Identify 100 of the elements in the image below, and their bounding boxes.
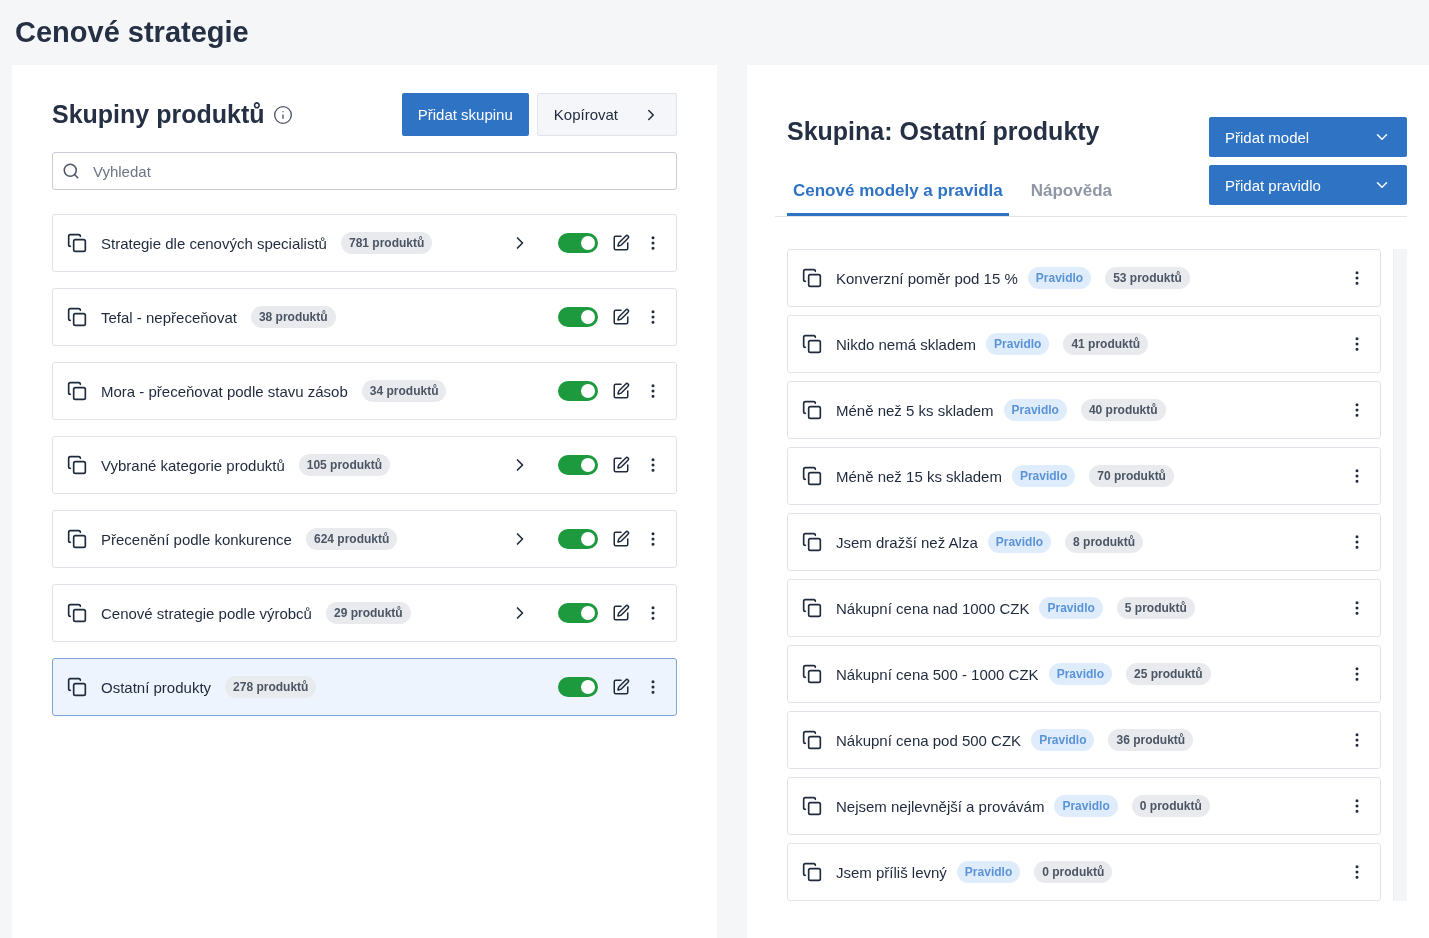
product-count: 8 produktů bbox=[1065, 531, 1144, 553]
toggle-switch[interactable] bbox=[558, 233, 598, 253]
rule-item[interactable]: Méně než 15 ks skladem Pravidlo 70 produktů bbox=[787, 447, 1381, 505]
rule-name: Konverzní poměr pod 15 % bbox=[836, 269, 1018, 287]
toggle-switch[interactable] bbox=[558, 529, 598, 549]
rule-item[interactable]: Nákupní cena pod 500 CZK Pravidlo 36 produktů bbox=[787, 711, 1381, 769]
edit-icon[interactable] bbox=[612, 308, 630, 326]
dropdown-button[interactable]: Přidat pravidlo bbox=[1209, 165, 1407, 205]
rule-item[interactable]: Nejsem nejlevnější a provávám Pravidlo 0 produktů bbox=[787, 777, 1381, 835]
tab[interactable]: Cenové modely a pravidla bbox=[787, 173, 1009, 216]
rule-name: Jsem dražší než Alza bbox=[836, 533, 978, 551]
edit-icon[interactable] bbox=[612, 530, 630, 548]
rule-tag: Pravidlo bbox=[986, 333, 1050, 355]
group-item[interactable]: Cenové strategie podle výrobců 29 produktů bbox=[52, 584, 677, 642]
rule-item[interactable]: Nákupní cena 500 - 1000 CZK Pravidlo 25 produktů bbox=[787, 645, 1381, 703]
copy-icon bbox=[67, 455, 87, 475]
copy-icon bbox=[802, 400, 822, 420]
group-item[interactable]: Mora - přeceňovat podle stavu zásob 34 produktů bbox=[52, 362, 677, 420]
rule-tag: Pravidlo bbox=[1031, 729, 1095, 751]
rule-tag: Pravidlo bbox=[1039, 597, 1103, 619]
product-count: 29 produktů bbox=[325, 602, 411, 624]
edit-icon[interactable] bbox=[612, 456, 630, 474]
group-item[interactable]: Strategie dle cenových specialistů 781 produktů bbox=[52, 214, 677, 272]
toggle-switch[interactable] bbox=[558, 381, 598, 401]
copy-icon bbox=[802, 334, 822, 354]
toggle-switch[interactable] bbox=[558, 677, 598, 697]
group-name: Tefal - nepřeceňovat bbox=[101, 308, 237, 326]
group-name: Mora - přeceňovat podle stavu zásob bbox=[101, 382, 348, 400]
copy-icon bbox=[802, 862, 822, 882]
search-field[interactable]: Vyhledat bbox=[52, 152, 677, 190]
rule-tag: Pravidlo bbox=[1054, 795, 1118, 817]
group-name: Cenové strategie podle výrobců bbox=[101, 604, 312, 622]
group-name: Strategie dle cenových specialistů bbox=[101, 234, 327, 252]
rule-name: Jsem příliš levný bbox=[836, 863, 947, 881]
edit-icon[interactable] bbox=[612, 678, 630, 696]
product-count: 105 produktů bbox=[298, 454, 391, 476]
product-count: 34 produktů bbox=[361, 380, 447, 402]
product-count: 41 produktů bbox=[1063, 333, 1149, 355]
rule-name: Méně než 15 ks skladem bbox=[836, 467, 1002, 485]
copy-icon bbox=[67, 677, 87, 697]
dropdown-button[interactable]: Přidat model bbox=[1209, 117, 1407, 157]
rule-item[interactable]: Nikdo nemá skladem Pravidlo 41 produktů bbox=[787, 315, 1381, 373]
group-name: Přecenění podle konkurence bbox=[101, 530, 292, 548]
product-count: 5 produktů bbox=[1116, 597, 1195, 619]
toggle-switch[interactable] bbox=[558, 455, 598, 475]
group-item[interactable]: Přecenění podle konkurence 624 produktů bbox=[52, 510, 677, 568]
copy-icon bbox=[67, 381, 87, 401]
product-count: 40 produktů bbox=[1080, 399, 1166, 421]
toggle-switch[interactable] bbox=[558, 307, 598, 327]
rule-name: Méně než 5 ks skladem bbox=[836, 401, 994, 419]
product-count: 53 produktů bbox=[1105, 267, 1190, 289]
copy-icon bbox=[67, 603, 87, 623]
copy-icon bbox=[802, 730, 822, 750]
info-icon bbox=[272, 104, 293, 125]
product-count: 781 produktů bbox=[340, 232, 433, 254]
copy-icon bbox=[802, 796, 822, 816]
rule-name: Nákupní cena pod 500 CZK bbox=[836, 731, 1022, 749]
product-count: 624 produktů bbox=[305, 528, 398, 550]
rule-tag: Pravidlo bbox=[1027, 267, 1092, 289]
copy-icon bbox=[67, 233, 87, 253]
group-name: Vybrané kategorie produktů bbox=[101, 456, 285, 474]
copy-icon bbox=[67, 529, 87, 549]
edit-icon[interactable] bbox=[612, 604, 630, 622]
group-name: Ostatní produkty bbox=[101, 678, 212, 696]
copy-icon bbox=[802, 466, 822, 486]
rule-name: Nejsem nejlevnější a provávám bbox=[836, 797, 1045, 815]
copy-icon bbox=[802, 532, 822, 552]
add-group-button[interactable]: Přidat skupinu bbox=[401, 93, 529, 136]
product-count: 0 produktů bbox=[1131, 795, 1210, 817]
panel-title: Skupiny produktů bbox=[52, 100, 265, 129]
search-icon bbox=[62, 162, 80, 180]
rule-item[interactable]: Jsem příliš levný Pravidlo 0 produktů bbox=[787, 843, 1381, 901]
product-count: 36 produktů bbox=[1108, 729, 1194, 751]
copy-icon bbox=[802, 664, 822, 684]
group-item[interactable]: Ostatní produkty 278 produktů bbox=[52, 658, 677, 716]
product-count: 278 produktů bbox=[225, 676, 317, 698]
rule-item[interactable]: Nákupní cena nad 1000 CZK Pravidlo 5 produktů bbox=[787, 579, 1381, 637]
edit-icon[interactable] bbox=[612, 382, 630, 400]
rule-tag: Pravidlo bbox=[1011, 465, 1076, 487]
rule-tag: Pravidlo bbox=[987, 531, 1052, 553]
page-title: Cenové strategie bbox=[15, 16, 250, 49]
copy-icon bbox=[802, 598, 822, 618]
rule-tag: Pravidlo bbox=[1003, 399, 1067, 421]
group-item[interactable]: Tefal - nepřeceňovat 38 produktů bbox=[52, 288, 677, 346]
toggle-switch[interactable] bbox=[558, 603, 598, 623]
panel-title: Skupina: Ostatní produkty bbox=[787, 117, 1101, 146]
product-count: 25 produktů bbox=[1126, 663, 1211, 685]
rule-name: Nákupní cena nad 1000 CZK bbox=[836, 599, 1030, 617]
copy-button[interactable]: Kopírovat bbox=[536, 93, 677, 136]
group-item[interactable]: Vybrané kategorie produktů 105 produktů bbox=[52, 436, 677, 494]
edit-icon[interactable] bbox=[612, 234, 630, 252]
copy-icon bbox=[802, 268, 822, 288]
rule-tag: Pravidlo bbox=[1048, 663, 1112, 685]
rule-item[interactable]: Konverzní poměr pod 15 % Pravidlo 53 produktů bbox=[787, 249, 1381, 307]
product-count: 70 produktů bbox=[1089, 465, 1174, 487]
rule-item[interactable]: Jsem dražší než Alza Pravidlo 8 produktů bbox=[787, 513, 1381, 571]
rule-item[interactable]: Méně než 5 ks skladem Pravidlo 40 produktů bbox=[787, 381, 1381, 439]
product-count: 38 produktů bbox=[250, 306, 336, 328]
rule-name: Nákupní cena 500 - 1000 CZK bbox=[836, 665, 1039, 683]
rule-tag: Pravidlo bbox=[956, 861, 1021, 883]
